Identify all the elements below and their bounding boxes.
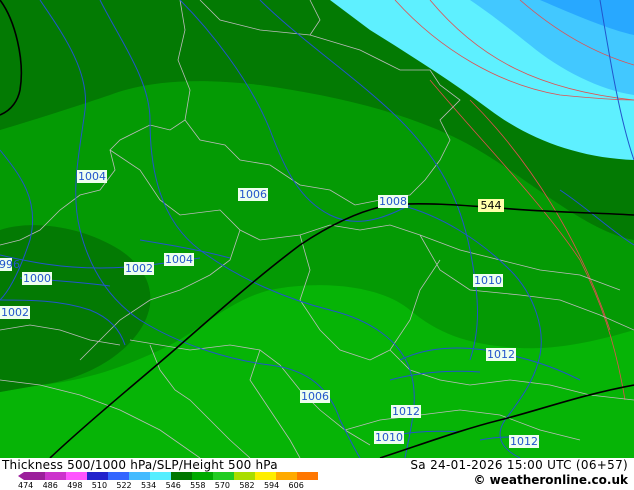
svg-text:1002: 1002 xyxy=(1,306,29,319)
svg-text:1004: 1004 xyxy=(165,253,193,266)
scale-value: 546 xyxy=(165,481,181,490)
scale-value: 606 xyxy=(288,481,304,490)
isobar-label: 1008 xyxy=(378,195,408,208)
scale-value: 534 xyxy=(140,481,157,490)
svg-text:1012: 1012 xyxy=(487,348,515,361)
svg-text:1004: 1004 xyxy=(78,170,106,183)
isobar-label: 1012 xyxy=(391,405,421,418)
isobar-label: 996 xyxy=(0,258,20,271)
scale-swatch xyxy=(150,472,172,480)
scale-labels: 474 486 498 510 522 534 546 558 570 582 594 606 xyxy=(18,481,313,490)
svg-text:1010: 1010 xyxy=(375,431,403,444)
isobar-label: 1010 xyxy=(473,274,503,287)
scale-swatch xyxy=(87,472,109,480)
scale-swatch xyxy=(45,472,67,480)
svg-text:1008: 1008 xyxy=(379,195,407,208)
svg-text:1010: 1010 xyxy=(474,274,502,287)
isobar-label: 1012 xyxy=(486,348,516,361)
color-scale xyxy=(18,472,318,480)
scale-value: 522 xyxy=(116,481,132,490)
map-title: Thickness 500/1000 hPa/SLP/Height 500 hP… xyxy=(2,458,278,472)
scale-value: 582 xyxy=(239,481,255,490)
scale-value: 594 xyxy=(263,481,280,490)
scale-value: 498 xyxy=(67,481,83,490)
isobar-label: 1006 xyxy=(300,390,330,403)
svg-text:1012: 1012 xyxy=(392,405,420,418)
svg-text:1006: 1006 xyxy=(239,188,267,201)
scale-value: 486 xyxy=(42,481,58,490)
isobar-label: 1002 xyxy=(124,262,154,275)
thickness-label: 544 xyxy=(478,199,504,212)
scale-value: 558 xyxy=(190,481,206,490)
scale-swatch xyxy=(297,472,318,480)
isobar-label: 1012 xyxy=(509,435,539,448)
isobar-label: 1006 xyxy=(238,188,268,201)
scale-swatch xyxy=(171,472,193,480)
isobar-label: 1010 xyxy=(374,431,404,444)
svg-text:1002: 1002 xyxy=(125,262,153,275)
scale-swatch xyxy=(255,472,277,480)
svg-text:1012: 1012 xyxy=(510,435,538,448)
scale-swatch xyxy=(108,472,130,480)
scale-swatch xyxy=(66,472,88,480)
scale-swatch xyxy=(24,472,46,480)
footer: Thickness 500/1000 hPa/SLP/Height 500 hP… xyxy=(0,458,634,490)
isobar-label: 1004 xyxy=(164,253,194,266)
scale-swatch xyxy=(234,472,256,480)
svg-text:1000: 1000 xyxy=(23,272,51,285)
isobar-label: 1000 xyxy=(22,272,52,285)
weather-map: 1004 1006 1008 1004 1002 1000 1002 1010 … xyxy=(0,0,634,458)
isobar-label: 1002 xyxy=(0,306,30,319)
map-datetime: Sa 24-01-2026 15:00 UTC (06+57) xyxy=(410,458,628,472)
scale-swatch xyxy=(192,472,214,480)
scale-value: 474 xyxy=(18,481,34,490)
svg-text:544: 544 xyxy=(481,199,502,212)
scale-arrow-left xyxy=(18,472,24,480)
scale-swatch xyxy=(213,472,235,480)
isobar-label: 1004 xyxy=(77,170,107,183)
copyright: © weatheronline.co.uk xyxy=(473,473,628,487)
svg-text:1006: 1006 xyxy=(301,390,329,403)
scale-value: 570 xyxy=(214,481,231,490)
svg-text:996: 996 xyxy=(0,258,20,271)
scale-swatch xyxy=(129,472,151,480)
scale-swatch xyxy=(276,472,298,480)
scale-value: 510 xyxy=(91,481,108,490)
